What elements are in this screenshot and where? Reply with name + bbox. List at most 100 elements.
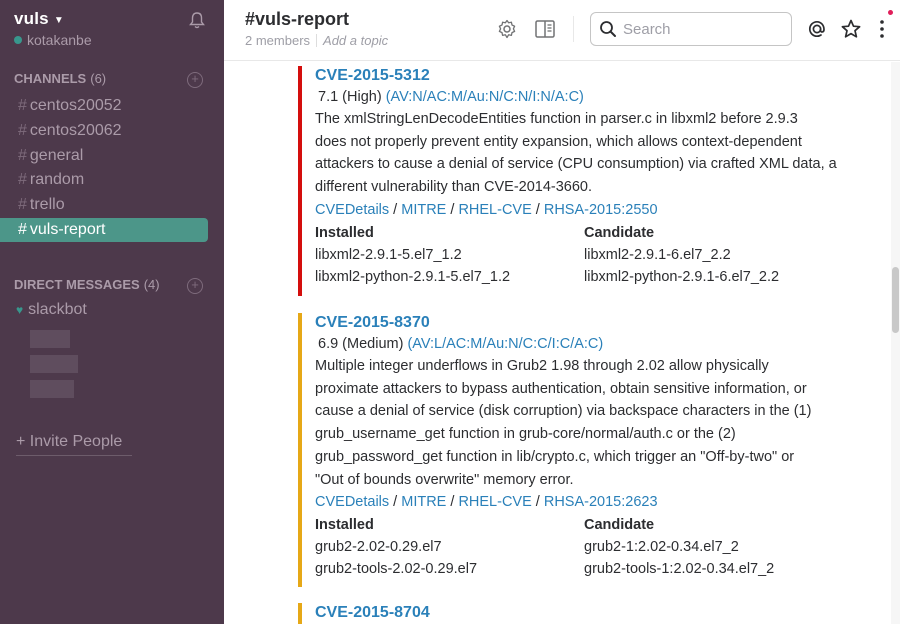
presence-icon [14, 36, 22, 44]
reference-links: CVEDetails / MITRE / RHEL-CVE / RHSA-201… [315, 494, 658, 511]
hash-icon: # [18, 122, 27, 139]
channel-label: centos20052 [29, 97, 122, 114]
candidate-package: libxml2-2.9.1-6.el7_2.2 [584, 246, 731, 263]
channels-count: (6) [90, 71, 107, 86]
severity-score: 6.9 (Medium) [318, 336, 404, 352]
cve-description: Multiple integer underflows in Grub2 1.9… [315, 355, 858, 491]
rhel-cve-link[interactable]: RHEL-CVE [458, 202, 531, 218]
rhsa-link[interactable]: RHSA-2015:2550 [544, 202, 658, 218]
channels-header-label: CHANNELS [14, 71, 87, 86]
divider [316, 34, 318, 47]
channel-label: random [29, 171, 85, 188]
description-line: different vulnerability than CVE-2014-36… [315, 179, 593, 196]
channel-header: #vuls-report 2 members Add a topic [224, 0, 900, 61]
cve-score: 6.9 (Medium) (AV:L/AC:M/Au:N/C:C/I:C/A:C… [318, 333, 858, 355]
hash-icon: # [18, 221, 27, 238]
cve-score: 7.1 (High) (AV:N/AC:M/Au:N/C:N/I:N/A:C) [318, 86, 858, 108]
page-title: #vuls-report [245, 9, 350, 29]
candidate-header: Candidate [584, 224, 655, 241]
sidebar-item-slackbot[interactable]: ♥ slackbot [16, 301, 87, 319]
scrollbar-thumb[interactable] [892, 267, 899, 333]
description-line: does not properly prevent entity expansi… [315, 133, 802, 150]
dm-count: (4) [143, 277, 160, 292]
member-count[interactable]: 2 members [245, 33, 310, 48]
team-name: vuls [14, 9, 49, 28]
package-table: Installed Candidate libxml2-2.9.1-5.el7_… [315, 223, 858, 288]
description-line: grub_password_get function in lib/crypto… [315, 448, 795, 465]
blurred-dm-entry [30, 355, 78, 373]
channel-label: general [29, 147, 84, 164]
sidebar-item-trello[interactable]: # trello [0, 193, 208, 217]
cve-attachment: CVE-2015-5312 7.1 (High) (AV:N/AC:M/Au:N… [298, 66, 858, 296]
hash-icon: # [18, 171, 27, 188]
chevron-down-icon: ▼ [53, 14, 64, 26]
sidebar-item-general[interactable]: # general [0, 144, 208, 168]
user-name: kotakanbe [27, 32, 92, 48]
rhel-cve-link[interactable]: RHEL-CVE [458, 494, 531, 510]
installed-package: grub2-tools-2.02-0.29.el7 [315, 561, 478, 578]
blurred-dm-entry [30, 330, 70, 348]
team-menu[interactable]: vuls ▼ [14, 9, 64, 29]
bell-icon[interactable] [188, 11, 206, 29]
sidebar-item-centos20052[interactable]: # centos20052 [0, 94, 208, 118]
gear-icon[interactable] [496, 18, 518, 40]
cvss-vector-link[interactable]: (AV:L/AC:M/Au:N/C:C/I:C/A:C) [407, 336, 603, 352]
dm-label: slackbot [28, 301, 87, 318]
more-options-icon[interactable] [874, 18, 890, 40]
invite-people-link[interactable]: + Invite People [16, 433, 132, 456]
channel-meta: 2 members Add a topic [245, 33, 388, 48]
channel-label: centos20062 [29, 122, 122, 139]
search-icon [600, 21, 616, 37]
candidate-header: Candidate [584, 517, 655, 534]
at-mention-icon[interactable] [806, 18, 828, 40]
installed-header: Installed [315, 224, 374, 241]
heart-icon: ♥ [16, 303, 24, 317]
package-table: Installed Candidate grub2-2.02-0.29.el7 … [315, 515, 858, 580]
cve-title-link[interactable]: CVE-2015-8370 [315, 313, 858, 333]
description-line: attackers to cause a denial of service (… [315, 156, 837, 173]
mitre-link[interactable]: MITRE [401, 494, 446, 510]
reference-links: CVEDetails / MITRE / RHEL-CVE / RHSA-201… [315, 201, 658, 218]
description-line: "Out of bounds overwrite" memory error. [315, 471, 574, 488]
cve-attachment: CVE-2015-8704 [298, 603, 858, 624]
installed-package: libxml2-python-2.9.1-5.el7_1.2 [315, 268, 511, 285]
cvss-vector-link[interactable]: (AV:N/AC:M/Au:N/C:N/I:N/A:C) [386, 89, 584, 105]
scrollbar[interactable] [891, 62, 900, 624]
current-user[interactable]: kotakanbe [14, 32, 92, 48]
message-list: CVE-2015-5312 7.1 (High) (AV:N/AC:M/Au:N… [224, 62, 892, 624]
sidebar-item-centos20062[interactable]: # centos20062 [0, 119, 208, 143]
cvedetails-link[interactable]: CVEDetails [315, 494, 389, 510]
search-input[interactable] [623, 20, 783, 38]
cve-title-link[interactable]: CVE-2015-5312 [315, 66, 858, 86]
add-topic-link[interactable]: Add a topic [323, 33, 388, 48]
installed-header: Installed [315, 517, 374, 534]
installed-package: grub2-2.02-0.29.el7 [315, 539, 442, 556]
description-line: The xmlStringLenDecodeEntities function … [315, 111, 798, 127]
channels-header[interactable]: CHANNELS (6) [14, 71, 106, 86]
add-channel-icon[interactable]: + [187, 72, 203, 88]
description-line: cause a denial of service (disk corrupti… [315, 403, 812, 420]
candidate-package: grub2-1:2.02-0.34.el7_2 [584, 539, 739, 556]
cve-title-link[interactable]: CVE-2015-8704 [315, 603, 858, 623]
add-dm-icon[interactable]: + [187, 278, 203, 294]
candidate-package: grub2-tools-1:2.02-0.34.el7_2 [584, 561, 775, 578]
search-box[interactable] [590, 12, 792, 46]
sidebar-item-vuls-report[interactable]: # vuls-report [0, 218, 208, 242]
notification-badge [888, 10, 893, 15]
installed-package: libxml2-2.9.1-5.el7_1.2 [315, 246, 462, 263]
rhsa-link[interactable]: RHSA-2015:2623 [544, 494, 658, 510]
sidebar-item-random[interactable]: # random [0, 168, 208, 192]
sidebar-toggle-icon[interactable] [534, 18, 556, 40]
description-line: proximate attackers to bypass authentica… [315, 380, 807, 397]
cve-attachment: CVE-2015-8370 6.9 (Medium) (AV:L/AC:M/Au… [298, 313, 858, 587]
cvedetails-link[interactable]: CVEDetails [315, 202, 389, 218]
channel-label: vuls-report [29, 221, 106, 238]
divider [573, 16, 574, 42]
severity-score: 7.1 (High) [318, 89, 382, 105]
cve-description: The xmlStringLenDecodeEntities function … [315, 108, 858, 199]
star-icon[interactable] [840, 18, 862, 40]
mitre-link[interactable]: MITRE [401, 202, 446, 218]
direct-messages-header[interactable]: DIRECT MESSAGES (4) [14, 277, 160, 292]
candidate-package: libxml2-python-2.9.1-6.el7_2.2 [584, 268, 780, 285]
sidebar: vuls ▼ kotakanbe CHANNELS (6) + # centos2… [0, 0, 224, 624]
